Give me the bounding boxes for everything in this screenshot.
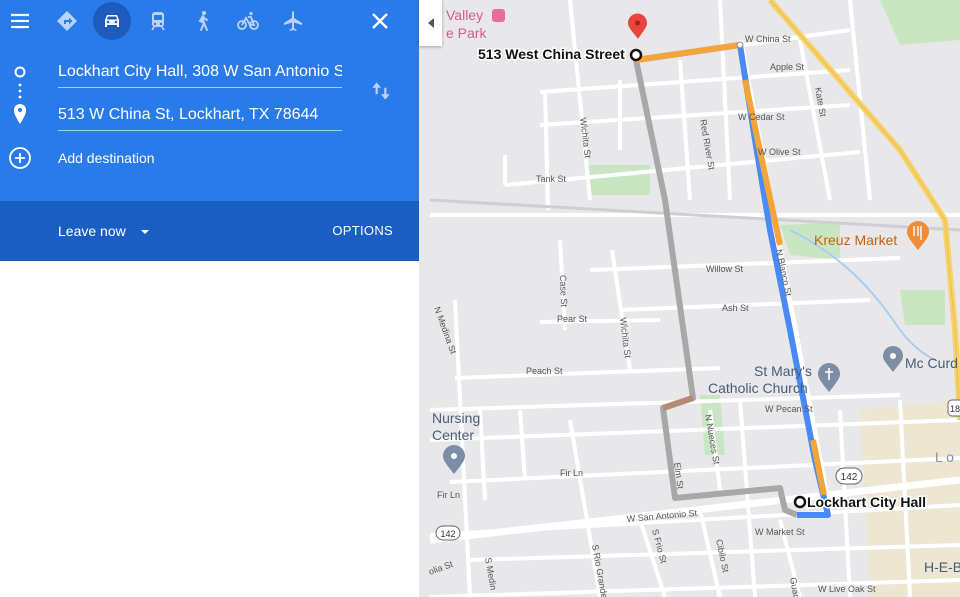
panel-empty-area (0, 261, 432, 597)
route-shield-text: 142 (440, 529, 455, 539)
street-label: Case St (558, 275, 569, 308)
street-label: Ash St (722, 303, 749, 313)
poi-label[interactable]: Kreuz Market (814, 232, 897, 248)
route-shield-text: 142 (841, 472, 858, 483)
menu-button[interactable] (2, 4, 38, 38)
street-label: Wichita St (618, 317, 633, 359)
street-label: Pear St (557, 314, 588, 324)
caret-down-icon (140, 230, 149, 235)
pin-center (635, 20, 640, 26)
street-label: W China St (745, 34, 791, 44)
street-label: Willow St (706, 264, 744, 274)
swap-button[interactable] (368, 78, 394, 104)
dots-icon (18, 83, 22, 87)
map-canvas[interactable]: W China St Apple St W Cedar St W Olive S… (419, 0, 960, 597)
route-markers (14, 66, 26, 124)
poi-label[interactable]: Center (432, 427, 474, 443)
dots-icon (18, 95, 22, 99)
origin-dot-icon (14, 66, 26, 78)
street-label: olia St (427, 559, 454, 577)
mode-best-button[interactable] (49, 4, 85, 38)
route-shield-142: 142 (435, 525, 461, 541)
street-label: Tank St (536, 174, 567, 184)
poi-label[interactable]: St Mary's (754, 363, 812, 379)
street-label: Fir Ln (560, 468, 583, 478)
origin-marker[interactable] (793, 495, 807, 509)
street-label: Red River St (698, 119, 717, 171)
directions-panel: Lockhart City Hall, 308 W San Antonio S … (0, 0, 419, 261)
flight-icon (284, 11, 302, 31)
destination-pin-icon (14, 104, 26, 124)
street-label: Fir Ln (437, 490, 460, 500)
poi-label[interactable]: Valley (446, 7, 483, 23)
swap-icon (372, 82, 390, 100)
menu-icon (11, 13, 29, 29)
street-label: W Olive St (758, 147, 801, 157)
route-shield-18: 18 (947, 399, 960, 417)
walk-icon (198, 11, 208, 31)
add-icon (9, 147, 31, 169)
poi-label[interactable]: e Park (446, 25, 487, 41)
destination-label[interactable]: 513 West China Street (477, 45, 627, 64)
park-area (880, 0, 960, 45)
church-icon[interactable] (818, 363, 840, 392)
close-icon (372, 13, 388, 29)
add-destination-button[interactable] (8, 146, 34, 172)
leave-now-label: Leave now (58, 223, 126, 239)
mode-walking-button[interactable] (185, 4, 221, 38)
origin-input-value: Lockhart City Hall, 308 W San Antonio S (58, 63, 342, 80)
route-shield-142: 142 (835, 467, 863, 485)
destination-marker[interactable] (628, 13, 647, 62)
directions-header: Lockhart City Hall, 308 W San Antonio S … (0, 0, 419, 201)
street-label: W Live Oak St (818, 584, 876, 594)
park-area (588, 165, 650, 195)
leave-now-dropdown[interactable]: Leave now (58, 223, 152, 239)
car-icon (105, 15, 119, 27)
mode-transit-button[interactable] (140, 4, 176, 38)
mode-cycling-button[interactable] (230, 4, 266, 38)
add-destination-label[interactable]: Add destination (58, 150, 155, 166)
street-label: W Pecan St (765, 404, 813, 414)
dots-icon (18, 89, 22, 93)
destination-input-value: 513 W China St, Lockhart, TX 78644 (58, 106, 319, 123)
street-label: Peach St (526, 366, 563, 376)
poi-label[interactable]: Nursing (432, 410, 480, 426)
hotel-icon[interactable] (492, 9, 505, 22)
poi-label[interactable]: H-E-B (924, 559, 960, 575)
origin-input[interactable]: Lockhart City Hall, 308 W San Antonio S (58, 57, 342, 88)
poi-label[interactable]: Catholic Church (708, 380, 808, 396)
close-directions-button[interactable] (362, 4, 398, 38)
poi-label: L o (935, 449, 954, 465)
map-svg[interactable]: W China St Apple St W Cedar St W Olive S… (419, 0, 960, 597)
street-label: Cibilo St (714, 538, 731, 573)
pin-hole (18, 108, 22, 112)
restaurant-icon[interactable] (907, 221, 929, 250)
origin-label[interactable]: Lockhart City Hall (806, 493, 928, 512)
poi-label[interactable]: Mc Curd (905, 355, 958, 371)
route-shield-text: 18 (950, 404, 960, 414)
mode-flight-button[interactable] (275, 4, 311, 38)
directions-icon (57, 11, 77, 31)
bicycle-icon (237, 11, 259, 30)
place-icon[interactable] (883, 346, 903, 372)
street-label: S Medin (483, 557, 499, 591)
destination-input[interactable]: 513 W China St, Lockhart, TX 78644 (58, 100, 342, 131)
options-button[interactable]: OPTIONS (332, 223, 393, 238)
red-pin-icon (628, 13, 647, 39)
street-label: W Market St (755, 527, 805, 537)
park-area (900, 290, 945, 325)
street-label: W Cedar St (738, 112, 785, 122)
street-label: Guad (788, 577, 802, 597)
chevron-left-icon (427, 18, 434, 28)
mode-driving-button[interactable] (93, 2, 131, 40)
transit-icon (151, 12, 165, 31)
street-label: Apple St (770, 62, 805, 72)
route-node (736, 41, 744, 49)
street-label: S Rio Grande (590, 544, 609, 597)
collapse-panel-button[interactable] (419, 0, 442, 46)
